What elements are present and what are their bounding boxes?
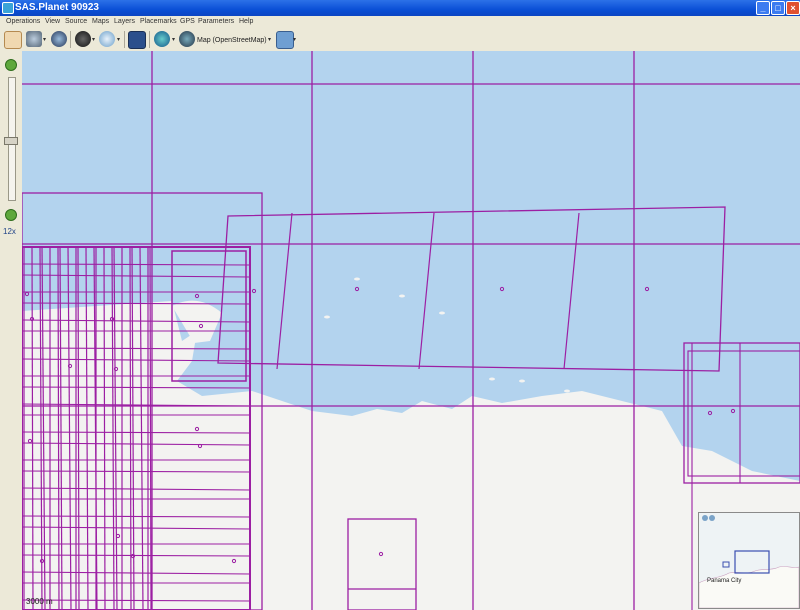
island [519, 379, 525, 383]
minimap[interactable]: Panama City [698, 512, 800, 609]
minimize-icon[interactable]: _ [756, 1, 770, 15]
title-bar: SAS.Planet 90923 _ □ × [0, 0, 800, 16]
map-source-label[interactable]: Map (OpenStreetMap) [197, 37, 267, 44]
toolbar-separator [149, 31, 150, 48]
zoom-in-icon[interactable] [5, 59, 17, 71]
menu-view[interactable]: View [45, 18, 60, 25]
chevron-down-icon[interactable]: ▾ [92, 36, 95, 43]
menu-parameters[interactable]: Parameters [198, 18, 234, 25]
island [564, 389, 570, 393]
chevron-down-icon[interactable]: ▾ [293, 36, 296, 43]
maximize-icon[interactable]: □ [771, 1, 785, 15]
magnifier-icon[interactable] [99, 31, 115, 47]
screen-icon[interactable] [128, 31, 146, 49]
app-icon [2, 2, 14, 14]
island [399, 294, 405, 298]
menu-layers[interactable]: Layers [114, 18, 135, 25]
minimap-city-label: Panama City [707, 578, 742, 584]
menu-bar: Operations View Source Maps Layers Place… [0, 16, 800, 28]
osm-icon[interactable] [179, 31, 195, 47]
chevron-down-icon[interactable]: ▾ [117, 36, 120, 43]
menu-help[interactable]: Help [239, 18, 253, 25]
close-icon[interactable]: × [786, 1, 800, 15]
circle-dark-icon[interactable] [75, 31, 91, 47]
island [354, 277, 360, 281]
island [439, 311, 445, 315]
menu-placemarks[interactable]: Placemarks [140, 18, 177, 25]
menu-maps[interactable]: Maps [92, 18, 109, 25]
menu-gps[interactable]: GPS [180, 18, 195, 25]
zoom-level-label: 12x [3, 227, 16, 236]
globe-settings-icon[interactable] [26, 31, 42, 47]
zoom-sidebar: 12x [0, 51, 23, 610]
minimap-svg [699, 550, 799, 608]
hand-pan-icon[interactable] [4, 31, 22, 49]
menu-source[interactable]: Source [65, 18, 87, 25]
menu-operations[interactable]: Operations [6, 18, 40, 25]
island [324, 315, 330, 319]
window-title: SAS.Planet 90923 [15, 2, 99, 13]
toolbar-separator [70, 31, 71, 48]
scale-label: 3000 m [26, 597, 53, 606]
map-type-icon[interactable] [276, 31, 294, 49]
toolbar: ▾ ▾ ▾ ▾ Map (OpenStreetMap) ▾ ▾ [0, 28, 800, 52]
chevron-down-icon[interactable]: ▾ [172, 36, 175, 43]
map-canvas[interactable]: 3000 m [22, 51, 800, 610]
satellite-icon[interactable] [51, 31, 67, 47]
zoom-slider-thumb[interactable] [4, 137, 18, 145]
chevron-down-icon[interactable]: ▾ [43, 36, 46, 43]
chevron-down-icon[interactable]: ▾ [268, 36, 271, 43]
island [489, 377, 495, 381]
toolbar-separator [124, 31, 125, 48]
zoom-out-icon[interactable] [5, 209, 17, 221]
layers-globe-icon[interactable] [154, 31, 170, 47]
map-svg [22, 51, 800, 610]
